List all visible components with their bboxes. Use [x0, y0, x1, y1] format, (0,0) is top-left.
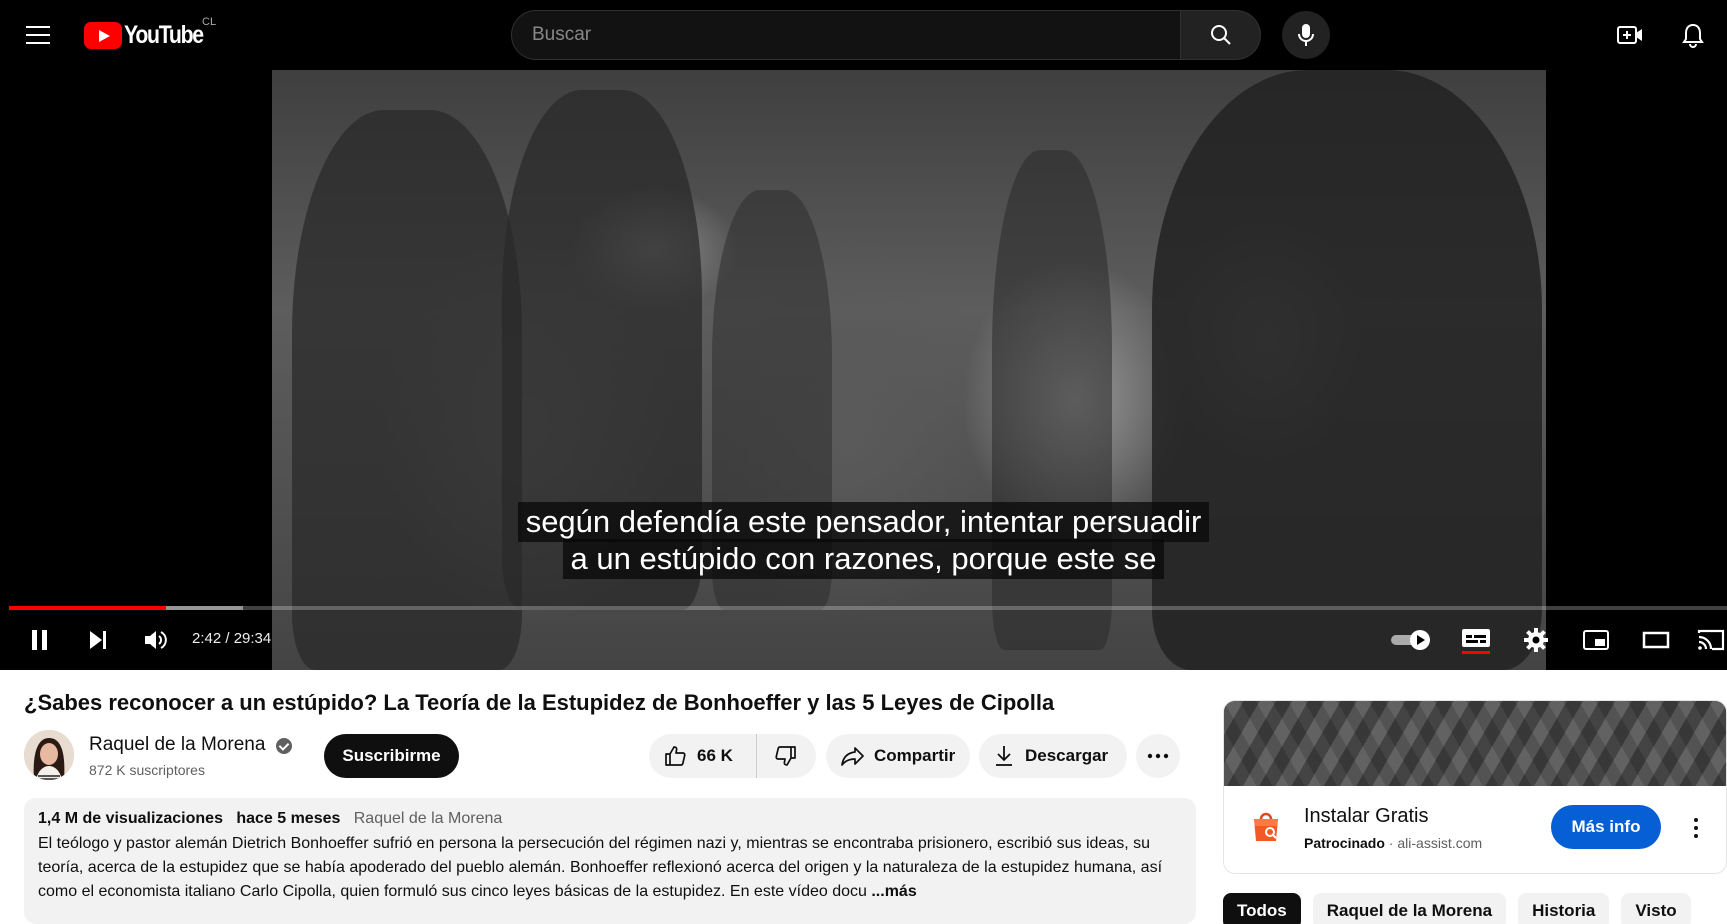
more-vertical-icon[interactable] [1686, 813, 1706, 843]
thumbs-down-icon [775, 746, 796, 766]
description-box[interactable]: 1,4 M de visualizaciones hace 5 meses Ra… [24, 798, 1196, 924]
subtitle-line: a un estúpido con razones, porque este s… [562, 539, 1165, 579]
youtube-logo[interactable]: YouTube [84, 20, 217, 50]
download-icon [996, 746, 1012, 766]
time-display: 2:42 / 29:34 [192, 630, 272, 647]
show-more-link[interactable]: ...más [871, 883, 916, 900]
top-bar: YouTube CL [0, 0, 1727, 70]
description-body: El teólogo y pastor alemán Dietrich Bonh… [38, 835, 1163, 900]
related-filter-chips: Todos Raquel de la Morena Historia Visto [1223, 893, 1691, 924]
description-author[interactable]: Raquel de la Morena [354, 810, 503, 827]
bell-icon [1682, 23, 1704, 48]
like-count: 66 K [697, 746, 733, 765]
pause-icon [32, 630, 47, 650]
channel-avatar-icon [24, 730, 74, 780]
subscriber-count: 872 K suscriptores [89, 762, 205, 778]
search-bar [511, 10, 1261, 60]
description-text: El teólogo y pastor alemán Dietrich Bonh… [38, 832, 1182, 904]
subtitles: según defendía este pensador, intentar p… [0, 502, 1727, 579]
like-button[interactable]: 66 K [649, 734, 757, 778]
ad-sponsored-label: Patrocinado [1304, 835, 1385, 851]
description-meta: 1,4 M de visualizaciones hace 5 meses Ra… [38, 810, 1182, 828]
next-icon [90, 631, 106, 649]
thumbs-up-icon [665, 746, 686, 766]
next-button[interactable] [80, 620, 116, 660]
volume-button[interactable] [138, 620, 174, 660]
sponsored-ad[interactable]: Instalar Gratis Patrocinado · ali-assist… [1223, 700, 1727, 874]
settings-icon [1524, 628, 1548, 652]
ad-cta-button[interactable]: Más info [1551, 805, 1661, 849]
create-button[interactable] [1612, 18, 1648, 52]
autoplay-toggle[interactable] [1388, 620, 1434, 660]
chip-historia[interactable]: Historia [1518, 893, 1610, 924]
download-label: Descargar [1025, 746, 1109, 765]
ad-domain: ali-assist.com [1397, 835, 1483, 851]
channel-name[interactable]: Raquel de la Morena [89, 734, 265, 756]
subscribe-button[interactable]: Suscribirme [324, 734, 459, 778]
theater-button[interactable] [1638, 620, 1674, 660]
verified-icon [276, 738, 292, 754]
player-controls: 2:42 / 29:34 [0, 620, 1727, 668]
more-horizontal-icon [1147, 753, 1169, 759]
progress-bar[interactable] [9, 606, 1727, 610]
chip-todos[interactable]: Todos [1223, 893, 1301, 924]
menu-icon[interactable] [20, 18, 56, 52]
country-code: CL [202, 16, 217, 28]
notifications-button[interactable] [1675, 18, 1711, 52]
avatar[interactable] [24, 730, 74, 780]
voice-search-button[interactable] [1282, 11, 1330, 59]
theater-icon [1642, 631, 1670, 649]
cast-icon [1697, 629, 1725, 651]
upload-date: hace 5 meses [236, 810, 341, 827]
video-frame[interactable] [272, 70, 1546, 670]
share-button[interactable]: Compartir [826, 734, 970, 778]
shopping-bag-icon [1248, 808, 1284, 844]
create-video-icon [1617, 26, 1642, 44]
subtitle-line: según defendía este pensador, intentar p… [517, 502, 1210, 542]
view-count: 1,4 M de visualizaciones [38, 810, 223, 827]
logo-text: YouTube [124, 20, 204, 49]
chip-visto[interactable]: Visto [1621, 893, 1691, 924]
cast-button[interactable] [1696, 620, 1727, 660]
youtube-play-icon [84, 21, 122, 49]
pause-button[interactable] [22, 620, 58, 660]
progress-played [9, 606, 166, 610]
miniplayer-button[interactable] [1578, 620, 1614, 660]
autoplay-icon [1391, 630, 1430, 650]
ad-banner-image[interactable] [1224, 701, 1726, 786]
volume-icon [145, 631, 167, 649]
video-player[interactable]: según defendía este pensador, intentar p… [0, 70, 1727, 670]
more-actions-button[interactable] [1136, 734, 1180, 778]
search-input[interactable] [511, 10, 1181, 60]
settings-button[interactable] [1518, 620, 1554, 660]
mic-icon [1298, 24, 1314, 46]
video-title: ¿Sabes reconocer a un estúpido? La Teorí… [24, 690, 1055, 715]
dislike-button[interactable] [757, 734, 815, 778]
ad-title[interactable]: Instalar Gratis [1304, 805, 1428, 828]
download-button[interactable]: Descargar [979, 734, 1127, 778]
subtitles-button[interactable] [1458, 620, 1494, 660]
search-button[interactable] [1181, 10, 1261, 60]
like-dislike-group: 66 K [649, 734, 816, 778]
miniplayer-icon [1583, 630, 1609, 650]
share-icon [841, 747, 864, 766]
share-label: Compartir [874, 746, 956, 765]
subtitles-icon [1462, 629, 1490, 654]
ad-sponsor-line: Patrocinado · ali-assist.com [1304, 835, 1483, 851]
search-icon [1210, 25, 1231, 45]
chip-channel[interactable]: Raquel de la Morena [1312, 893, 1507, 924]
channel-row: Raquel de la Morena 872 K suscriptores S… [24, 730, 1194, 782]
